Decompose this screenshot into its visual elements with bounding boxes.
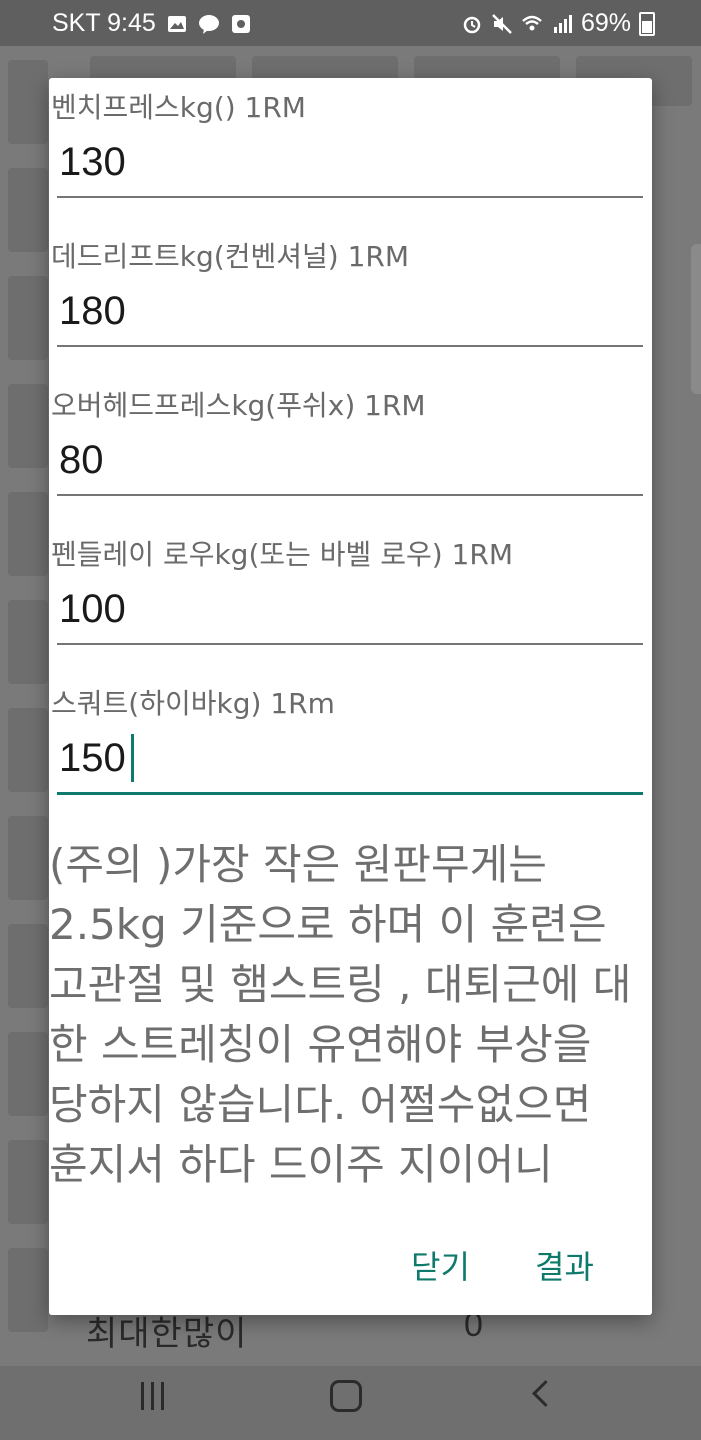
wifi-icon (522, 15, 542, 30)
signal-icon (553, 14, 572, 33)
warning-notice: (주의 )가장 작은 원판무게는 2.5kg 기준으로 하며 이 훈련은 고관절… (49, 840, 632, 1189)
background-row-marker (8, 168, 48, 252)
overhead-press-input[interactable] (57, 430, 645, 490)
bench-press-input[interactable] (57, 132, 645, 192)
input-underline (57, 345, 643, 347)
status-bar: SKT 9:45 69% (0, 0, 701, 46)
background-row-marker (8, 600, 48, 684)
battery-icon (639, 11, 655, 36)
background-row-marker (8, 816, 48, 900)
background-row-marker (8, 60, 48, 144)
gallery-icon (167, 15, 186, 32)
message-icon (231, 14, 250, 33)
background-row-marker (8, 708, 48, 792)
battery-percent: 69% (580, 9, 631, 37)
background-row-marker (8, 384, 48, 468)
alarm-icon (463, 16, 481, 33)
navigation-bar (0, 1366, 701, 1440)
kakaotalk-icon (198, 14, 219, 34)
scrollbar-thumb[interactable] (691, 244, 701, 394)
dialog-content: 벤치프레스kg() 1RM 데드리프트kg(컨벤셔널) 1RM 오버헤드프레스k… (49, 78, 652, 1206)
background-row-marker (8, 924, 48, 1008)
input-underline-focused (57, 792, 643, 795)
back-icon[interactable] (532, 1380, 559, 1407)
deadlift-input[interactable] (57, 281, 645, 341)
dialog-actions: 닫기 결과 (49, 1206, 652, 1315)
pendlay-row-input[interactable] (57, 579, 645, 639)
overhead-press-label: 오버헤드프레스kg(푸쉬x) 1RM (51, 389, 426, 422)
squat-label: 스쿼트(하이바kg) 1Rm (51, 687, 335, 720)
background-row-marker (8, 1032, 48, 1116)
input-underline (57, 494, 643, 496)
input-underline (57, 196, 643, 198)
home-icon[interactable] (330, 1380, 362, 1412)
background-row-marker (8, 276, 48, 360)
pendlay-row-label: 펜들레이 로우kg(또는 바벨 로우) 1RM (51, 538, 513, 571)
close-button[interactable]: 닫기 (403, 1238, 478, 1292)
bench-press-label: 벤치프레스kg() 1RM (51, 91, 306, 124)
background-row-marker (8, 492, 48, 576)
input-underline (57, 643, 643, 645)
background-row-marker (8, 1248, 48, 1332)
mute-icon (492, 13, 512, 34)
carrier-time: SKT 9:45 (52, 9, 156, 37)
recent-apps-icon[interactable] (136, 1382, 168, 1410)
result-button[interactable]: 결과 (527, 1238, 602, 1292)
background-row-marker (8, 1140, 48, 1224)
text-cursor (131, 734, 134, 782)
squat-input[interactable] (57, 728, 645, 788)
input-dialog: 벤치프레스kg() 1RM 데드리프트kg(컨벤셔널) 1RM 오버헤드프레스k… (49, 78, 652, 1315)
deadlift-label: 데드리프트kg(컨벤셔널) 1RM (51, 240, 410, 273)
